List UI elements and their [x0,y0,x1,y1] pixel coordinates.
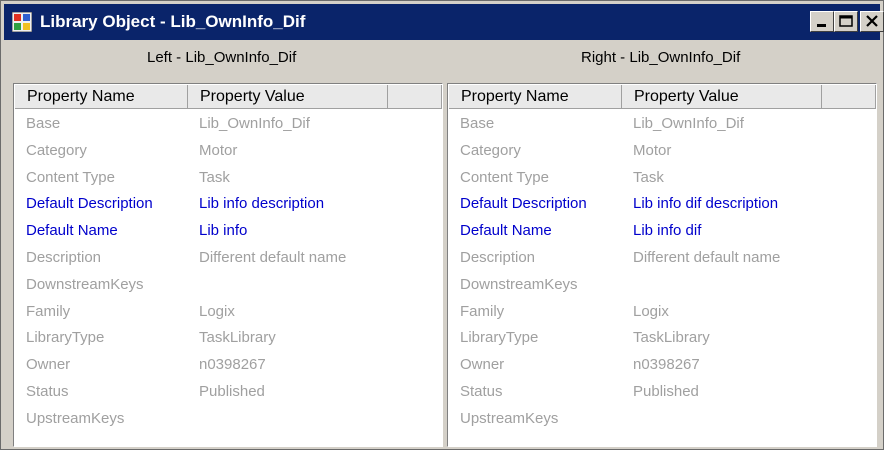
right-rows: Base Lib_OwnInfo_Dif Category Motor Content … [448,111,876,433]
right-panel-title: Right - Lib_OwnInfo_Dif [581,49,741,66]
window-title: Library Object - Lib_OwnInfo_Dif [40,12,306,31]
property-value: Motor [199,141,238,159]
minimize-icon [817,24,826,27]
property-row[interactable]: Content Type Task [14,165,442,192]
property-name: Category [460,141,521,159]
close-icon [866,15,878,27]
property-row[interactable]: DownstreamKeys [448,272,876,299]
property-name: Owner [26,356,71,374]
property-name: Default Description [460,195,587,213]
left-list-header: Property Name Property Value [15,85,442,109]
property-row[interactable]: UpstreamKeys [14,406,442,433]
left-panel-title: Left - Lib_OwnInfo_Dif [147,49,297,66]
property-value: Logix [633,302,669,320]
library-object-window: Library Object - Lib_OwnInfo_Dif Left - … [0,0,884,450]
property-row[interactable]: Family Logix [14,299,442,326]
property-value: n0398267 [199,356,266,374]
property-name: Content Type [460,168,549,186]
minimize-button[interactable] [810,11,834,32]
property-row[interactable]: Owner n0398267 [448,352,876,379]
property-name: LibraryType [26,329,105,347]
property-row[interactable]: Owner n0398267 [14,352,442,379]
property-name: Base [26,115,61,132]
app-grid-icon [12,12,32,32]
property-name: Status [460,382,503,400]
column-header-property-name[interactable]: Property Name [449,85,622,109]
close-button[interactable] [860,11,884,32]
property-value: Lib_OwnInfo_Dif [199,115,310,132]
property-row[interactable]: Default Description Lib info description [14,191,442,218]
property-row[interactable]: Content Type Task [448,165,876,192]
right-property-list[interactable]: Property Name Property Value Base Lib_Own… [447,83,877,447]
property-name: Family [460,302,505,320]
property-name: Description [460,248,536,266]
property-value: Lib info dif [633,222,702,240]
property-value: TaskLibrary [633,329,710,347]
property-name: Family [26,302,71,320]
property-row[interactable]: Base Lib_OwnInfo_Dif [448,111,876,138]
property-row[interactable]: Default Name Lib info dif [448,218,876,245]
column-header-property-value[interactable]: Property Value [188,85,388,109]
property-row[interactable]: Default Description Lib info dif descript… [448,191,876,218]
property-row[interactable]: Family Logix [448,299,876,326]
property-name: Default Name [26,222,118,240]
left-rows: Base Lib_OwnInfo_Dif Category Motor Content … [14,111,442,433]
maximize-icon [839,15,853,27]
property-value: n0398267 [633,356,700,374]
left-property-list[interactable]: Property Name Property Value Base Lib_Own… [13,83,443,447]
property-value: Different default name [633,248,781,266]
property-value: Lib info description [199,195,325,213]
column-header-empty[interactable] [822,85,876,109]
property-value: Task [199,168,230,186]
property-row[interactable]: LibraryType TaskLibrary [14,325,442,352]
property-row[interactable]: DownstreamKeys [14,272,442,299]
property-name: Content Type [26,168,115,186]
property-value: Lib info dif description [633,195,779,213]
property-name: Default Description [26,195,153,213]
property-row[interactable]: Base Lib_OwnInfo_Dif [14,111,442,138]
property-row[interactable]: Status Published [14,379,442,406]
property-value: TaskLibrary [199,329,276,347]
column-header-empty[interactable] [388,85,442,109]
property-value: Lib info [199,222,248,240]
property-row[interactable]: Category Motor [448,138,876,165]
property-row[interactable]: Category Motor [14,138,442,165]
property-value: Motor [633,141,672,159]
property-row[interactable]: LibraryType TaskLibrary [448,325,876,352]
property-name: Status [26,382,69,400]
column-header-property-name[interactable]: Property Name [15,85,188,109]
property-name: UpstreamKeys [460,409,559,427]
property-value: Different default name [199,248,347,266]
property-value: Published [199,382,265,400]
property-name: UpstreamKeys [26,409,125,427]
property-name: DownstreamKeys [460,275,578,293]
property-value: Published [633,382,699,400]
property-name: Base [460,115,495,132]
property-value: Lib_OwnInfo_Dif [633,115,744,132]
property-row[interactable]: UpstreamKeys [448,406,876,433]
column-header-property-value[interactable]: Property Value [622,85,822,109]
property-row[interactable]: Description Different default name [448,245,876,272]
property-name: Category [26,141,87,159]
property-name: Default Name [460,222,552,240]
property-name: DownstreamKeys [26,275,144,293]
maximize-button[interactable] [834,11,858,32]
property-row[interactable]: Status Published [448,379,876,406]
property-name: LibraryType [460,329,539,347]
title-bar[interactable]: Library Object - Lib_OwnInfo_Dif [4,4,884,40]
property-row[interactable]: Description Different default name [14,245,442,272]
property-row[interactable]: Default Name Lib info [14,218,442,245]
property-value: Task [633,168,664,186]
property-name: Description [26,248,102,266]
property-value: Logix [199,302,235,320]
right-list-header: Property Name Property Value [449,85,876,109]
property-name: Owner [460,356,505,374]
